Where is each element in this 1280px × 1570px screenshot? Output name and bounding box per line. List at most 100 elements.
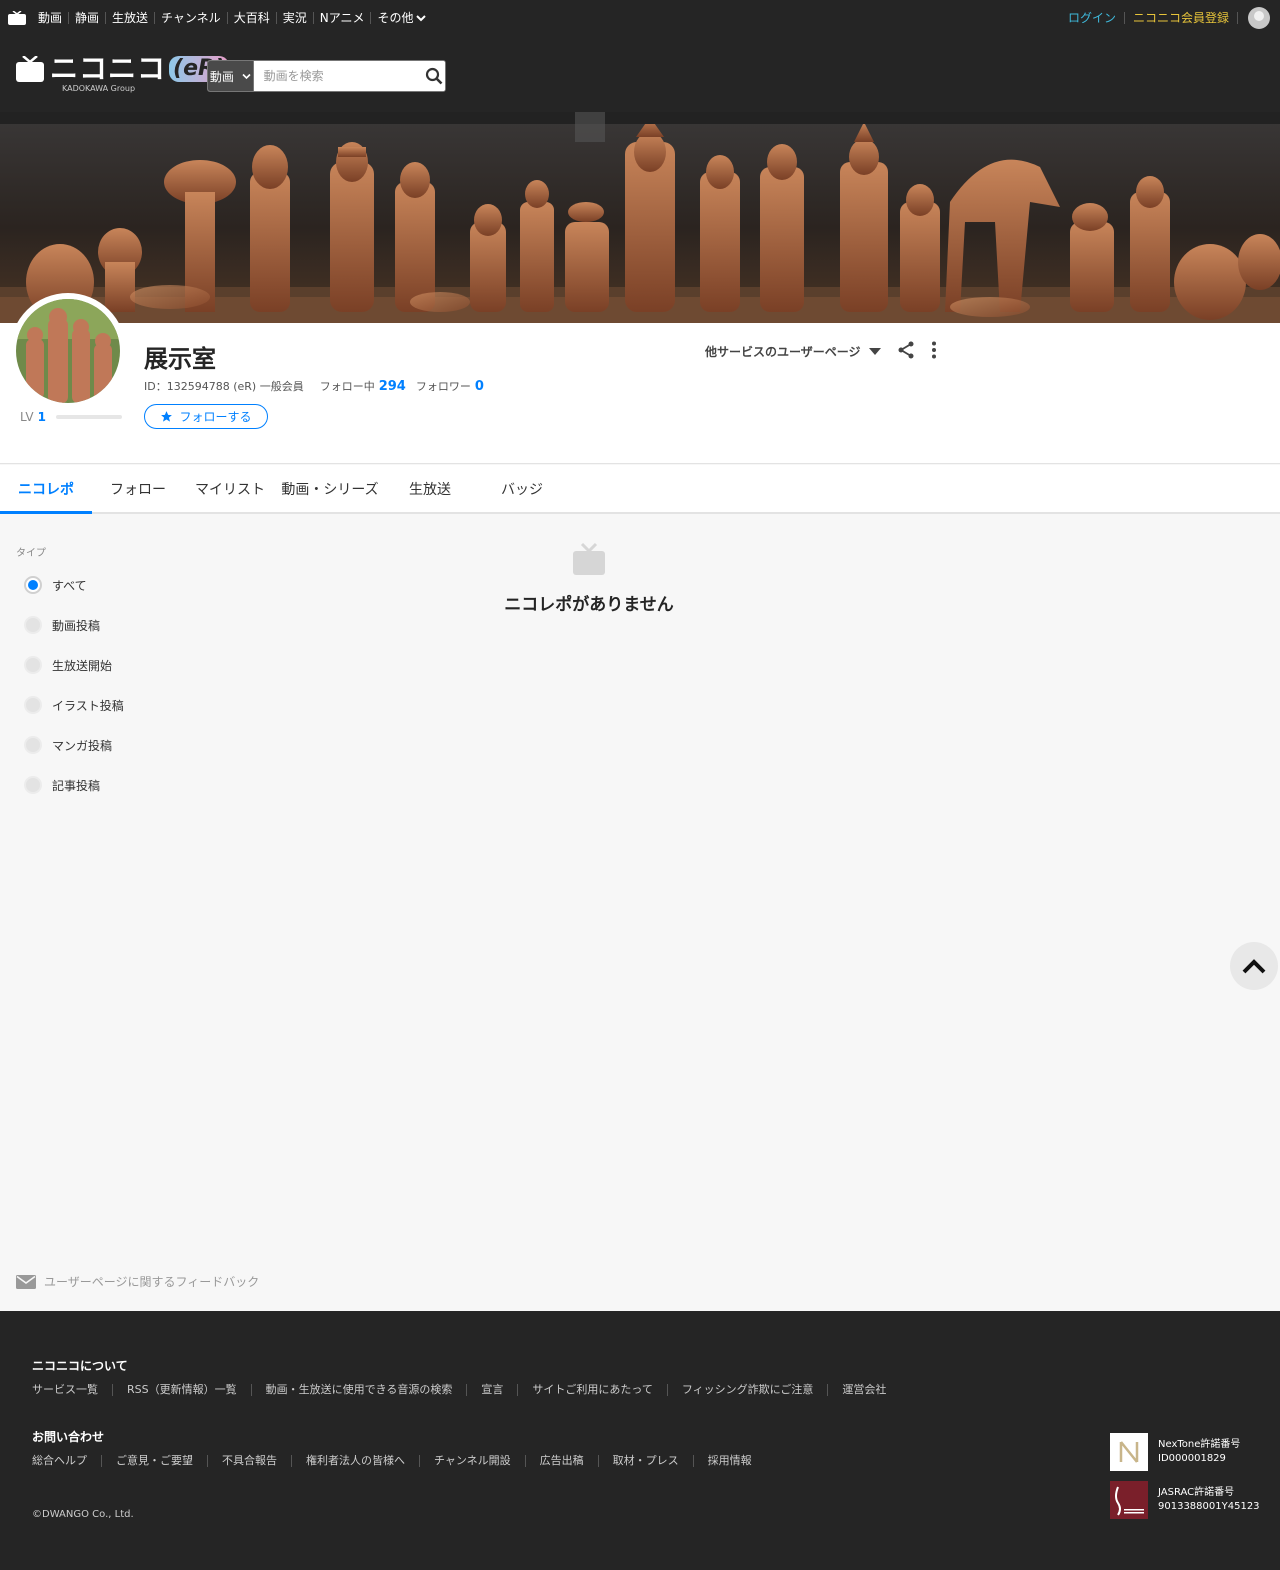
tab-follow[interactable]: フォロー <box>92 465 184 512</box>
footer-link[interactable]: 動画・生放送に使用できる音源の検索 <box>250 1384 467 1396</box>
feedback-label: ユーザーページに関するフィードバック <box>44 1275 260 1289</box>
search-input[interactable] <box>253 61 424 91</box>
nav-seiga[interactable]: 静画 <box>68 12 105 24</box>
share-icon[interactable] <box>898 341 914 359</box>
radio-button[interactable] <box>24 776 42 794</box>
filter-option-label: 記事投稿 <box>52 778 101 793</box>
other-services-label: 他サービスのユーザーページ <box>705 345 861 359</box>
footer-link[interactable]: ご意見・ご要望 <box>101 1455 207 1467</box>
nav-channel[interactable]: チャンネル <box>154 12 227 24</box>
nextone-license-text: NexTone許諾番号 ID000001829 <box>1158 1438 1240 1466</box>
footer-link[interactable]: チャンネル開設 <box>419 1455 525 1467</box>
filter-option-manga[interactable]: マンガ投稿 <box>24 725 176 765</box>
tab-video-series[interactable]: 動画・シリーズ <box>276 465 384 512</box>
scroll-to-top-button[interactable] <box>1230 942 1278 990</box>
radio-button[interactable] <box>24 656 42 674</box>
login-link[interactable]: ログイン <box>1060 12 1125 24</box>
feedback-link[interactable]: ユーザーページに関するフィードバック <box>16 1273 259 1290</box>
nav-jikkyo[interactable]: 実況 <box>275 12 313 24</box>
followers-count[interactable]: 0 <box>475 379 484 394</box>
footer-contact-links: 総合ヘルプ ご意見・ご要望 不具合報告 権利者法人の皆様へ チャンネル開設 広告… <box>32 1455 766 1467</box>
level-label: LV <box>20 410 34 424</box>
user-name: 展示室 <box>144 344 216 373</box>
other-services-dropdown[interactable]: 他サービスのユーザーページ <box>705 343 881 360</box>
footer-link[interactable]: サービス一覧 <box>32 1384 112 1396</box>
nav-live[interactable]: 生放送 <box>105 12 154 24</box>
account-area: ログイン ニコニコ会員登録 <box>1060 0 1270 36</box>
filter-option-live[interactable]: 生放送開始 <box>24 645 176 685</box>
footer-link[interactable]: 運営会社 <box>827 1384 900 1396</box>
radio-button[interactable] <box>24 616 42 634</box>
level-value: 1 <box>37 410 46 424</box>
filter-option-illust[interactable]: イラスト投稿 <box>24 685 176 725</box>
user-meta: ID：132594788 (eR) 一般会員 フォロー中 294 フォロワー 0 <box>144 378 494 394</box>
footer-link[interactable]: 広告出稿 <box>524 1455 598 1467</box>
radio-button[interactable] <box>24 696 42 714</box>
followers-label: フォロワー <box>415 380 471 393</box>
mail-icon <box>16 1274 36 1289</box>
footer-link[interactable]: 総合ヘルプ <box>32 1455 101 1467</box>
following-count[interactable]: 294 <box>379 379 406 394</box>
filter-title: タイプ <box>16 548 46 559</box>
user-level: LV 1 <box>20 410 122 424</box>
footer-link[interactable]: 権利者法人の皆様へ <box>291 1455 419 1467</box>
profile-tabs: ニコレポ フォロー マイリスト 動画・シリーズ 生放送 バッジ <box>0 465 1280 514</box>
search-button[interactable] <box>423 61 445 91</box>
footer-link[interactable]: 取材・プレス <box>597 1455 693 1467</box>
avatar[interactable] <box>16 299 120 403</box>
tv-icon <box>573 542 605 575</box>
copyright: ©DWANGO Co., Ltd. <box>32 1509 134 1520</box>
footer-link[interactable]: RSS（更新情報）一覧 <box>112 1384 251 1396</box>
filter-option-article[interactable]: 記事投稿 <box>24 765 176 805</box>
nextone-logo <box>1110 1433 1148 1471</box>
nextone-id: ID000001829 <box>1158 1453 1226 1464</box>
register-link[interactable]: ニコニコ会員登録 <box>1125 12 1238 24</box>
footer-about-links: サービス一覧 RSS（更新情報）一覧 動画・生放送に使用できる音源の検索 宣言 … <box>32 1384 900 1396</box>
search-type-label: 動画 <box>209 69 234 84</box>
radio-button[interactable] <box>24 576 42 594</box>
footer-link[interactable]: 不具合報告 <box>207 1455 291 1467</box>
nextone-license: NexTone許諾番号 ID000001829 <box>1110 1433 1240 1471</box>
jasrac-logo <box>1110 1481 1148 1519</box>
radio-button[interactable] <box>24 736 42 754</box>
tab-badge[interactable]: バッジ <box>476 465 568 512</box>
nav-dic[interactable]: 大百科 <box>226 12 276 24</box>
empty-state: ニコレポがありません <box>490 542 688 615</box>
jasrac-logo-mark <box>1115 1486 1144 1516</box>
footer-link[interactable]: 宣言 <box>466 1384 517 1396</box>
filter-option-all[interactable]: すべて <box>24 565 176 605</box>
user-avatar-icon[interactable] <box>1248 7 1270 29</box>
nav-video[interactable]: 動画 <box>32 12 68 24</box>
footer-link[interactable]: 採用情報 <box>692 1455 766 1467</box>
cover-image <box>0 112 1280 323</box>
nav-anime[interactable]: Nアニメ <box>312 12 371 24</box>
logo-tv-icon <box>16 56 44 82</box>
follow-button-label: フォローする <box>179 410 252 424</box>
jasrac-label: JASRAC許諾番号 <box>1158 1487 1235 1498</box>
filter-option-video[interactable]: 動画投稿 <box>24 605 176 645</box>
site-footer: ニコニコについて サービス一覧 RSS（更新情報）一覧 動画・生放送に使用できる… <box>0 1311 1280 1570</box>
site-header: ニコニコ (eR) KADOKAWA Group 動画 <box>0 36 1280 112</box>
avatar-image <box>16 299 120 403</box>
following-label: フォロー中 <box>319 380 375 393</box>
jasrac-id: 9013388001Y45123 <box>1158 1501 1260 1512</box>
nextone-label: NexTone許諾番号 <box>1158 1439 1241 1450</box>
star-icon <box>161 411 173 422</box>
follow-button[interactable]: フォローする <box>144 404 268 429</box>
footer-link[interactable]: サイトご利用にあたって <box>517 1384 666 1396</box>
search-type-select[interactable]: 動画 <box>208 61 254 91</box>
global-nav-bar: 動画 静画 生放送 チャンネル 大百科 実況 Nアニメ その他 ログイン ニコニ… <box>0 0 1280 36</box>
type-filter: タイプ すべて 動画投稿 生放送開始 イラスト投稿 マンガ投稿 記事投稿 <box>16 544 176 805</box>
niconico-tv-icon[interactable] <box>8 11 26 25</box>
tab-live[interactable]: 生放送 <box>384 465 476 512</box>
nav-more[interactable]: その他 <box>370 12 432 24</box>
chevron-up-icon <box>1242 959 1266 974</box>
tab-nicorepo[interactable]: ニコレポ <box>0 465 92 514</box>
niconico-logo[interactable]: ニコニコ (eR) KADOKAWA Group <box>16 55 229 93</box>
logo-subtitle: KADOKAWA Group <box>62 84 136 93</box>
footer-link[interactable]: フィッシング詐欺にご注意 <box>666 1384 828 1396</box>
filter-option-label: 生放送開始 <box>52 658 113 673</box>
more-vertical-icon[interactable] <box>928 341 940 359</box>
search-box: 動画 <box>207 60 446 92</box>
tab-mylist[interactable]: マイリスト <box>184 465 276 512</box>
